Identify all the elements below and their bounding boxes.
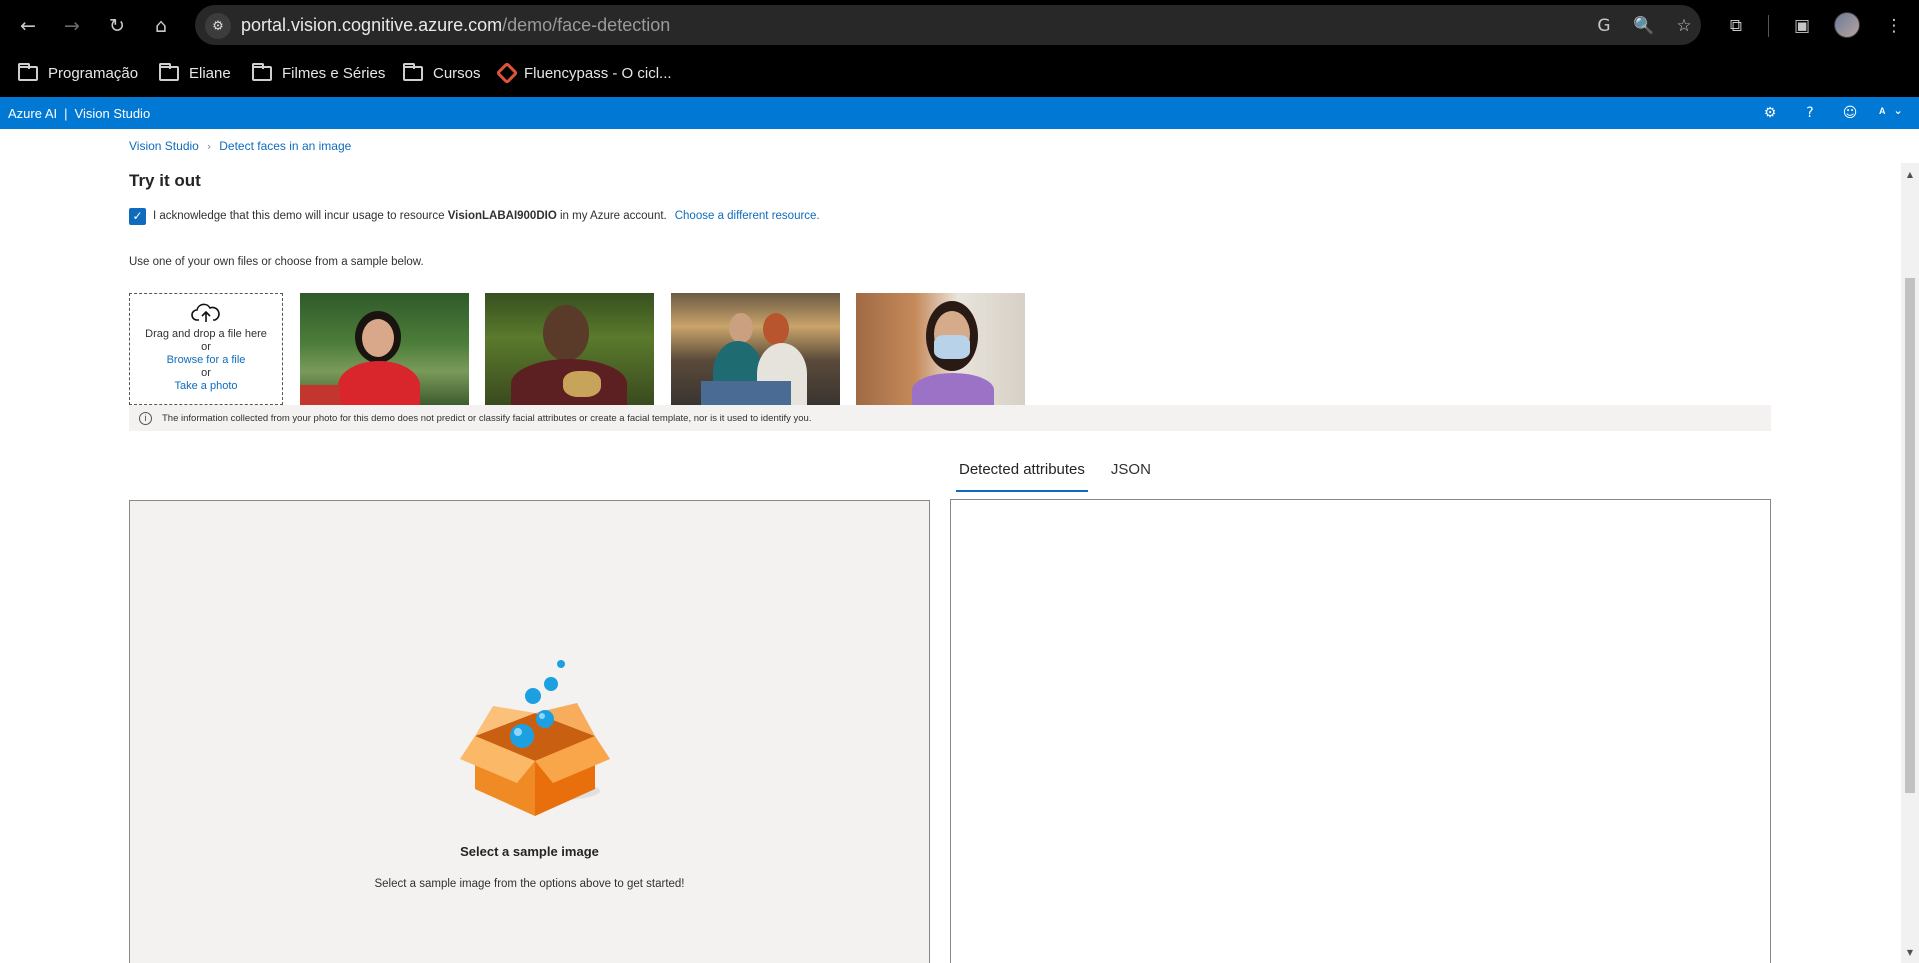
bookmarks-bar: Programação Eliane Filmes e Séries Curso… — [0, 50, 1919, 97]
scroll-down-arrow-icon[interactable]: ▼ — [1901, 945, 1919, 959]
shirt-shape — [912, 373, 994, 405]
bookmark-fluencypass[interactable]: Fluencypass - O cicl... — [495, 60, 672, 86]
detected-attributes-panel — [950, 499, 1771, 963]
fluencypass-icon — [495, 61, 519, 85]
cloud-upload-icon — [191, 303, 220, 322]
bookmark-label: Filmes e Séries — [282, 64, 386, 82]
held-object — [563, 371, 601, 397]
reload-icon[interactable]: ↻ — [103, 12, 131, 40]
zoom-icon[interactable]: 🔍 — [1632, 14, 1656, 38]
face-shape — [362, 319, 394, 357]
feedback-smiley-icon[interactable]: ☺ — [1840, 103, 1860, 123]
page-title: Try it out — [129, 171, 201, 190]
sample-image-two-women[interactable] — [671, 293, 840, 405]
profile-avatar[interactable] — [1834, 12, 1860, 38]
scrollbar-thumb[interactable] — [1905, 278, 1915, 793]
sample-image-woman-mask[interactable] — [856, 293, 1025, 405]
user-initial: A — [1879, 105, 1886, 116]
info-icon: i — [139, 411, 152, 425]
empty-state-title: Select a sample image — [460, 844, 599, 859]
result-tabs: Detected attributes JSON — [956, 457, 1174, 492]
file-drop-zone[interactable]: Drag and drop a file here or Browse for … — [129, 293, 283, 405]
translate-icon[interactable]: G — [1592, 14, 1616, 38]
privacy-notice: i The information collected from your ph… — [129, 405, 1771, 431]
scroll-up-arrow-icon[interactable]: ▲ — [1901, 167, 1919, 181]
breadcrumb: Vision Studio › Detect faces in an image — [129, 139, 351, 153]
brand-name: Azure AI — [8, 106, 58, 121]
or-text: or — [201, 341, 211, 353]
face-shape — [543, 305, 589, 361]
folder-icon — [252, 62, 272, 81]
privacy-notice-text: The information collected from your phot… — [162, 412, 812, 424]
ack-resource-name: VisionLABAI900DIO — [447, 210, 557, 222]
image-preview-panel: Select a sample image Select a sample im… — [129, 500, 930, 963]
extensions-icon[interactable]: ⧉ — [1722, 12, 1750, 40]
acknowledge-checkbox[interactable]: ✓ — [129, 207, 146, 225]
bookmark-cursos[interactable]: Cursos — [403, 60, 481, 86]
back-arrow-icon[interactable]: ← — [14, 12, 42, 40]
bookmark-label: Eliane — [189, 64, 231, 82]
url-path: /demo/face-detection — [502, 15, 671, 35]
toolbar-divider — [1768, 15, 1769, 37]
settings-gear-icon[interactable]: ⚙ — [1760, 103, 1780, 123]
bookmark-programacao[interactable]: Programação — [18, 60, 138, 86]
tab-json[interactable]: JSON — [1108, 457, 1154, 492]
forward-arrow-icon[interactable]: → — [58, 12, 86, 40]
azure-header: Azure AI | Vision Studio ⚙ ? ☺ A ⌄ — [0, 97, 1919, 129]
empty-box-illustration — [460, 660, 610, 816]
browse-file-link[interactable]: Browse for a file — [130, 354, 282, 367]
bookmark-label: Cursos — [433, 64, 481, 82]
or-text: or — [201, 367, 211, 379]
url-host: portal.vision.cognitive.azure.com — [241, 15, 503, 35]
take-photo-link[interactable]: Take a photo — [130, 380, 282, 393]
mask-shape — [934, 335, 970, 359]
tab-detected-attributes[interactable]: Detected attributes — [956, 457, 1088, 492]
product-name: Vision Studio — [74, 106, 151, 121]
folder-icon — [18, 62, 38, 81]
bg-object — [300, 385, 340, 405]
home-icon[interactable]: ⌂ — [147, 12, 175, 40]
menu-kebab-icon[interactable]: ⋮ — [1880, 12, 1908, 40]
side-panel-icon[interactable]: ▣ — [1788, 12, 1816, 40]
browser-toolbar: ← → ↻ ⌂ ⚙ portal.vision.cognitive.azure.… — [0, 0, 1919, 50]
sample-image-man-smiling[interactable] — [485, 293, 654, 405]
breadcrumb-detect-faces[interactable]: Detect faces in an image — [219, 139, 351, 153]
ack-suffix: in my Azure account. — [559, 210, 667, 222]
choose-resource-link[interactable]: Choose a different resource. — [675, 210, 820, 222]
bookmark-label: Fluencypass - O cicl... — [524, 64, 672, 82]
bookmark-star-icon[interactable]: ☆ — [1672, 14, 1696, 38]
intro-text: Use one of your own files or choose from… — [129, 256, 424, 268]
address-bar[interactable]: ⚙ portal.vision.cognitive.azure.com/demo… — [195, 5, 1701, 45]
page-scrollbar[interactable]: ▲ ▼ — [1901, 163, 1919, 963]
sample-image-woman-red[interactable] — [300, 293, 469, 405]
hair-shape — [763, 313, 789, 345]
account-menu[interactable]: A ⌄ — [1879, 104, 1903, 117]
drag-drop-text: Drag and drop a file here — [145, 328, 267, 340]
face-shape — [729, 313, 753, 343]
empty-state-subtitle: Select a sample image from the options a… — [374, 878, 685, 890]
shirt-shape — [338, 361, 420, 405]
app-title[interactable]: Azure AI | Vision Studio — [8, 106, 150, 121]
site-info-icon[interactable]: ⚙ — [205, 13, 231, 39]
chevron-right-icon: › — [206, 139, 212, 153]
chevron-down-icon: ⌄ — [1893, 104, 1903, 117]
bookmark-eliane[interactable]: Eliane — [159, 60, 231, 86]
url-text[interactable]: portal.vision.cognitive.azure.com/demo/f… — [241, 15, 670, 36]
bookmark-label: Programação — [48, 64, 139, 82]
breadcrumb-vision-studio[interactable]: Vision Studio — [129, 139, 199, 153]
ack-prefix: I acknowledge that this demo will incur … — [153, 210, 445, 222]
jeans-shape — [701, 381, 791, 405]
bookmark-filmes-e-series[interactable]: Filmes e Séries — [252, 60, 385, 86]
help-icon[interactable]: ? — [1800, 103, 1820, 123]
folder-icon — [159, 62, 179, 81]
folder-icon — [403, 62, 423, 81]
acknowledge-row: ✓ I acknowledge that this demo will incu… — [129, 207, 820, 225]
